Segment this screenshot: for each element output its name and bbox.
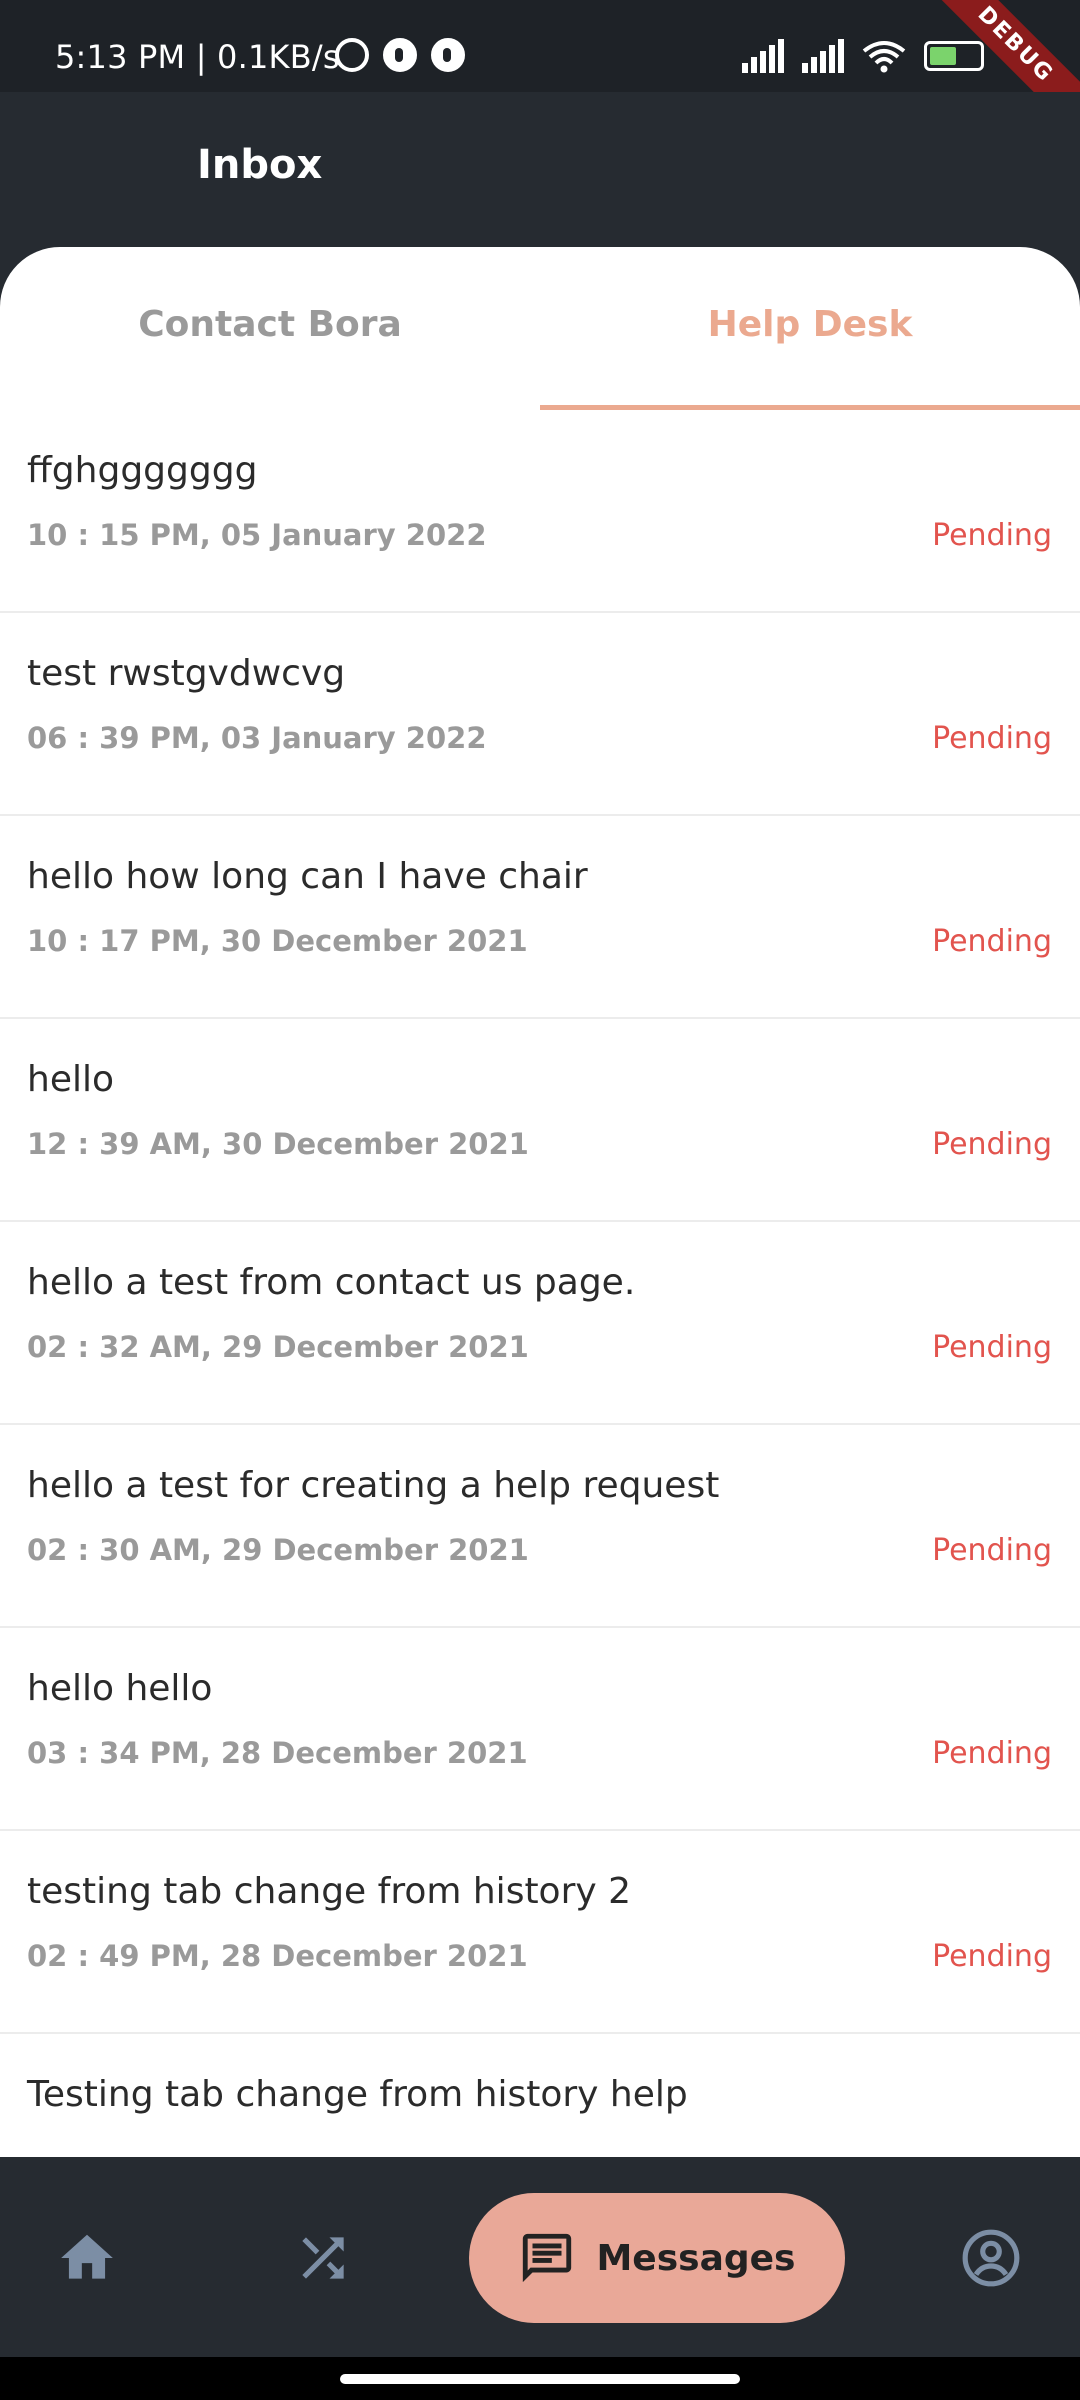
status-badge: Pending [932,924,1052,959]
signal-icon [741,38,784,73]
tab-contact-bora[interactable]: Contact Bora [0,247,540,410]
message-date: 02 : 49 PM, 28 December 2021 [27,1939,528,1973]
list-item[interactable]: hello hello 03 : 34 PM, 28 December 2021… [0,1628,1080,1831]
alarm-icon [335,38,369,72]
status-notification-icons [335,38,465,72]
message-title: hello hello [27,1668,213,1709]
status-badge: Pending [932,518,1052,553]
message-list: ffghggggggg 10 : 15 PM, 05 January 2022 … [0,410,1080,2157]
app-notification-icon [431,38,465,72]
list-item[interactable]: ffghggggggg 10 : 15 PM, 05 January 2022 … [0,410,1080,613]
message-title: hello a test from contact us page. [27,1262,636,1303]
message-date: 02 : 30 AM, 29 December 2021 [27,1533,529,1567]
status-badge: Pending [932,1533,1052,1568]
messages-nav-label: Messages [596,2237,796,2279]
message-date: 02 : 32 AM, 29 December 2021 [27,1330,529,1364]
status-time-speed: 5:13 PM | 0.1KB/s [55,38,340,76]
message-title: hello how long can I have chair [27,856,588,897]
status-badge: Pending [932,1736,1052,1771]
message-title: hello [27,1059,114,1100]
list-item[interactable]: hello a test from contact us page. 02 : … [0,1222,1080,1425]
wifi-icon [862,40,906,72]
message-date: 12 : 39 AM, 30 December 2021 [27,1127,529,1161]
message-title: Testing tab change from history help [27,2074,688,2115]
message-date: 03 : 34 PM, 28 December 2021 [27,1736,528,1770]
message-title: test rwstgvdwcvg [27,653,346,694]
tab-help-desk[interactable]: Help Desk [540,247,1080,410]
message-icon [523,2233,572,2283]
status-badge: Pending [932,1939,1052,1974]
message-date: 06 : 39 PM, 03 January 2022 [27,721,487,755]
list-item[interactable]: hello a test for creating a help request… [0,1425,1080,1628]
page-title: Inbox [197,142,323,188]
gesture-handle[interactable] [340,2374,740,2384]
list-item[interactable]: testing tab change from history 2 02 : 4… [0,1831,1080,2034]
battery-icon [923,40,984,71]
signal-icon [801,38,844,73]
status-badge: Pending [932,1127,1052,1162]
app-bar: Inbox [0,92,1080,247]
bottom-navigation: Messages [0,2157,1080,2357]
list-item[interactable]: test rwstgvdwcvg 06 : 39 PM, 03 January … [0,613,1080,816]
list-item[interactable]: hello 12 : 39 AM, 30 December 2021 Pendi… [0,1019,1080,1222]
list-item[interactable]: Testing tab change from history help [0,2034,1080,2157]
message-title: testing tab change from history 2 [27,1871,632,1912]
app-notification-icon [383,38,417,72]
status-badge: Pending [932,1330,1052,1365]
status-bar: 5:13 PM | 0.1KB/s 66 DEBUG [0,0,1080,155]
message-title: ffghggggggg [27,450,258,491]
tab-bar: Contact Bora Help Desk [0,247,1080,410]
message-date: 10 : 15 PM, 05 January 2022 [27,518,487,552]
status-badge: Pending [932,721,1052,756]
shuffle-icon[interactable] [292,2227,354,2289]
home-icon[interactable] [56,2227,118,2289]
inbox-sheet: Contact Bora Help Desk ffghggggggg 10 : … [0,247,1080,2157]
message-date: 10 : 17 PM, 30 December 2021 [27,924,528,958]
messages-nav-button[interactable]: Messages [469,2193,845,2323]
message-title: hello a test for creating a help request [27,1465,720,1506]
list-item[interactable]: hello how long can I have chair 10 : 17 … [0,816,1080,1019]
profile-icon[interactable] [960,2227,1022,2289]
